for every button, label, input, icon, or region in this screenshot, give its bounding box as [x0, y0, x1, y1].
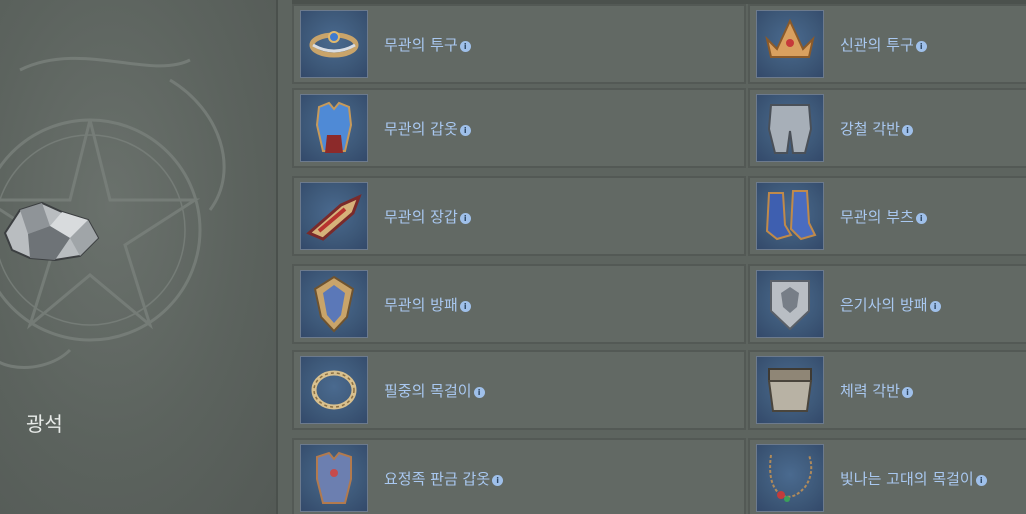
item-label: 무관의 투구 — [384, 36, 458, 54]
steel-greaves-icon — [756, 94, 824, 162]
info-icon[interactable]: i — [915, 213, 927, 224]
chest-armor-icon — [300, 94, 368, 162]
info-icon[interactable]: i — [473, 387, 485, 398]
item-label: 무관의 부츠 — [840, 208, 914, 226]
item-row[interactable]: 무관의 부츠 i — [748, 176, 1026, 256]
item-row[interactable]: 무관의 갑옷 i — [292, 88, 746, 168]
item-label: 신관의 투구 — [840, 36, 914, 54]
gem-necklace-icon — [756, 444, 824, 512]
item-row[interactable]: 빛나는 고대의 목걸이 i — [748, 438, 1026, 514]
kite-shield-icon — [300, 270, 368, 338]
ring-necklace-icon — [300, 356, 368, 424]
item-row[interactable]: 은기사의 방패 i — [748, 264, 1026, 344]
item-row[interactable]: 무관의 방패 i — [292, 264, 746, 344]
item-label: 무관의 방패 — [384, 296, 458, 314]
item-row[interactable]: 무관의 투구 i — [292, 4, 746, 84]
item-row[interactable]: 체력 각반 i — [748, 350, 1026, 430]
info-icon[interactable]: i — [975, 475, 987, 486]
item-label: 요정족 판금 갑옷 — [384, 470, 491, 488]
item-row[interactable]: 요정족 판금 갑옷 i — [292, 438, 746, 514]
info-icon[interactable]: i — [929, 301, 941, 312]
crown-icon — [756, 10, 824, 78]
info-icon[interactable]: i — [459, 125, 471, 136]
plate-armor-icon — [300, 444, 368, 512]
circlet-helmet-icon — [300, 10, 368, 78]
item-label: 무관의 갑옷 — [384, 120, 458, 138]
material-name: 광석 — [26, 412, 63, 436]
info-icon[interactable]: i — [492, 475, 504, 486]
material-panel: 광석 — [0, 0, 276, 514]
item-label: 빛나는 고대의 목걸이 — [840, 470, 974, 488]
item-row[interactable]: 신관의 투구 i — [748, 4, 1026, 84]
item-label: 무관의 장갑 — [384, 208, 458, 226]
boots-icon — [756, 182, 824, 250]
info-icon[interactable]: i — [901, 387, 913, 398]
info-icon[interactable]: i — [901, 125, 913, 136]
ore-stone-icon — [3, 201, 100, 262]
item-label: 강철 각반 — [840, 120, 900, 138]
info-icon[interactable]: i — [459, 41, 471, 52]
panel-divider — [276, 0, 278, 514]
item-row[interactable]: 무관의 장갑 i — [292, 176, 746, 256]
item-label: 필중의 목걸이 — [384, 382, 472, 400]
item-label: 은기사의 방패 — [840, 296, 928, 314]
item-row[interactable]: 강철 각반 i — [748, 88, 1026, 168]
item-label: 체력 각반 — [840, 382, 900, 400]
info-icon[interactable]: i — [915, 41, 927, 52]
crafting-materials-page: 광석 무관의 투구 i 무관의 갑옷 i 무관의 장갑 i 무관의 방패 i 필중의 목… — [0, 0, 1026, 514]
tower-shield-icon — [756, 270, 824, 338]
belt-greaves-icon — [756, 356, 824, 424]
info-icon[interactable]: i — [459, 213, 471, 224]
info-icon[interactable]: i — [459, 301, 471, 312]
gauntlet-icon — [300, 182, 368, 250]
item-row[interactable]: 필중의 목걸이 i — [292, 350, 746, 430]
